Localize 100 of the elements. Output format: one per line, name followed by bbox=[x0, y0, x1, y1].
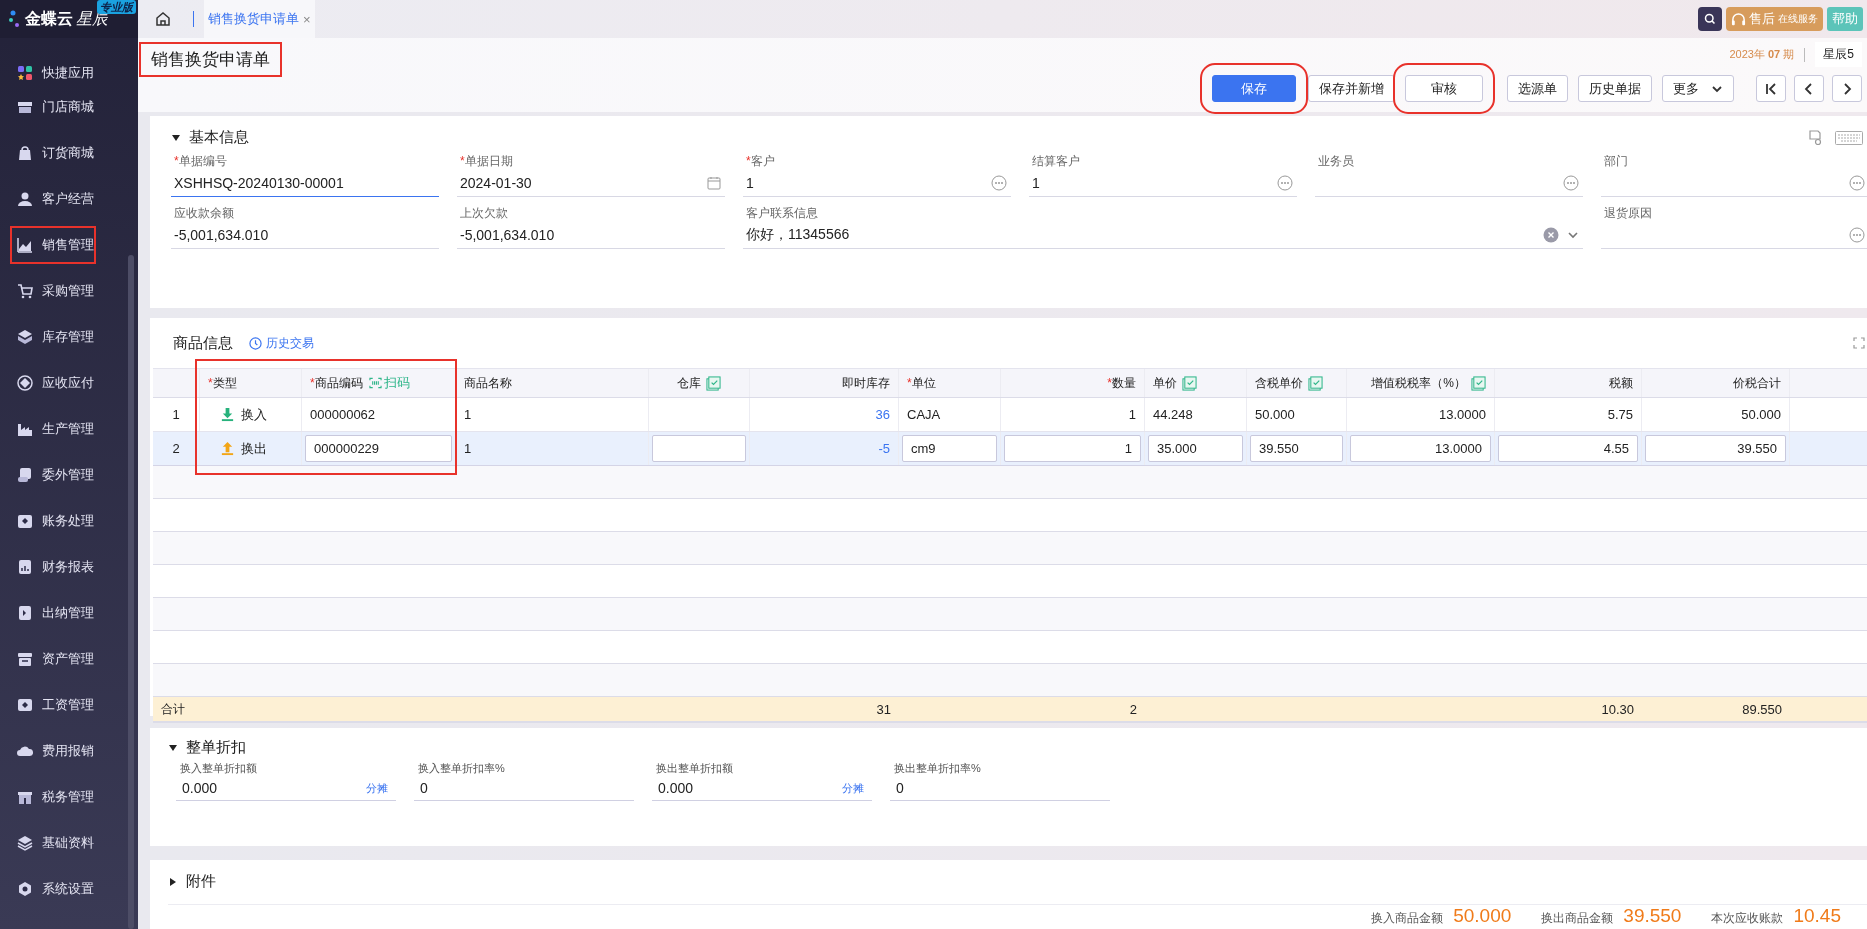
store-icon bbox=[17, 99, 33, 115]
door-icon bbox=[17, 605, 33, 621]
allocate-link[interactable]: 分摊 bbox=[842, 780, 864, 796]
layers-icon bbox=[17, 835, 33, 851]
more-options-icon[interactable] bbox=[1849, 175, 1865, 191]
allocate-link[interactable]: 分摊 bbox=[366, 780, 388, 796]
field-label: 上次欠款 bbox=[459, 205, 509, 222]
sidebar-item[interactable]: 费用报销 bbox=[0, 728, 138, 774]
sidebar-item[interactable]: 采购管理 bbox=[0, 268, 138, 314]
input-field[interactable]: 0.000 分摊 bbox=[176, 776, 396, 801]
batch-fill-icon[interactable] bbox=[706, 375, 721, 391]
download-arrow-icon bbox=[220, 407, 235, 422]
input-field[interactable]: -5,001,634.010 bbox=[171, 222, 439, 249]
section-toggle[interactable]: 附件 bbox=[168, 868, 1867, 895]
logo-text: 金蝶云 bbox=[25, 8, 73, 29]
field-label: 客户联系信息 bbox=[745, 205, 819, 222]
close-tab-button[interactable]: × bbox=[303, 11, 311, 27]
sidebar-item[interactable]: 门店商城 bbox=[0, 84, 138, 130]
input-field[interactable]: 0 bbox=[890, 776, 1110, 801]
input-field[interactable]: 1 bbox=[743, 170, 1011, 197]
sidebar-item[interactable]: 账务处理 bbox=[0, 498, 138, 544]
fullscreen-icon[interactable] bbox=[1853, 337, 1865, 349]
clear-icon[interactable] bbox=[1543, 227, 1559, 243]
cell-input[interactable]: 4.55 bbox=[1498, 435, 1638, 462]
account-tab[interactable]: 星辰5 bbox=[1815, 42, 1862, 67]
cell-input[interactable]: 000000229 bbox=[305, 435, 452, 462]
sidebar-item[interactable]: 订货商城 bbox=[0, 130, 138, 176]
cell-input[interactable]: 13.0000 bbox=[1350, 435, 1491, 462]
column-header: 商品名称 bbox=[456, 369, 649, 397]
more-dropdown[interactable]: 更多 bbox=[1662, 75, 1734, 102]
diamond-icon bbox=[17, 375, 33, 391]
document-tab[interactable]: 销售换货申请单 × bbox=[204, 0, 315, 38]
summary-label: 本次应收账款 bbox=[1711, 910, 1784, 927]
summary-amount: 39.550 bbox=[1623, 905, 1682, 927]
sidebar-item[interactable]: 快捷应用 bbox=[0, 62, 138, 84]
sidebar-item[interactable]: 出纳管理 bbox=[0, 590, 138, 636]
cart-icon bbox=[17, 283, 33, 299]
column-header: 价税合计 bbox=[1642, 369, 1790, 397]
sidebar-item[interactable]: 生产管理 bbox=[0, 406, 138, 452]
input-field[interactable]: XSHHSQ-20240130-00001 bbox=[171, 170, 439, 197]
cell-input[interactable]: 39.550 bbox=[1250, 435, 1343, 462]
cell-input[interactable] bbox=[652, 435, 746, 462]
sidebar-item[interactable]: 系统设置 bbox=[0, 866, 138, 912]
input-field[interactable]: 0 bbox=[414, 776, 634, 801]
cell-input[interactable]: 39.550 bbox=[1645, 435, 1786, 462]
sidebar-item[interactable]: 基础资料 bbox=[0, 820, 138, 866]
table-cell: 1 bbox=[456, 398, 649, 431]
toolbar-button[interactable]: 审核 bbox=[1405, 75, 1483, 102]
input-field[interactable]: 2024-01-30 bbox=[457, 170, 725, 197]
chevron-down-icon[interactable] bbox=[1567, 229, 1579, 241]
input-field[interactable]: 1 bbox=[1029, 170, 1297, 197]
section-toggle[interactable]: 基本信息 bbox=[171, 124, 249, 151]
more-options-icon[interactable] bbox=[1563, 175, 1579, 191]
sidebar-item[interactable]: 委外管理 bbox=[0, 452, 138, 498]
keyboard-icon[interactable] bbox=[1835, 130, 1863, 145]
sidebar-item[interactable]: 资产管理 bbox=[0, 636, 138, 682]
total-cell-text: 2 bbox=[1128, 700, 1138, 719]
more-options-icon[interactable] bbox=[991, 175, 1007, 191]
column-header: *数量 bbox=[1001, 369, 1145, 397]
sidebar-item[interactable]: 库存管理 bbox=[0, 314, 138, 360]
toolbar-button[interactable]: 保存 bbox=[1212, 75, 1296, 102]
total-cell-text: 31 bbox=[875, 700, 892, 719]
next-record-button[interactable] bbox=[1832, 75, 1862, 102]
calendar-icon[interactable] bbox=[707, 176, 721, 190]
sidebar-item[interactable]: 工资管理 bbox=[0, 682, 138, 728]
search-button[interactable] bbox=[1698, 7, 1722, 31]
batch-fill-icon[interactable] bbox=[1182, 375, 1197, 391]
more-options-icon[interactable] bbox=[1849, 227, 1865, 243]
batch-fill-icon[interactable] bbox=[1471, 375, 1486, 391]
sidebar-item[interactable]: 税务管理 bbox=[0, 774, 138, 820]
chart-icon bbox=[17, 237, 33, 253]
field-label: *单据日期 bbox=[459, 153, 514, 170]
sidebar-item[interactable]: 财务报表 bbox=[0, 544, 138, 590]
cell-input[interactable]: cm9 bbox=[902, 435, 997, 462]
input-field[interactable]: -5,001,634.010 bbox=[457, 222, 725, 249]
table-cell: 1 bbox=[456, 432, 649, 465]
document-settings-icon[interactable] bbox=[1807, 129, 1823, 146]
toolbar-button[interactable]: 历史单据 bbox=[1578, 75, 1652, 102]
first-record-button[interactable] bbox=[1756, 75, 1786, 102]
section-toggle[interactable]: 整单折扣 bbox=[168, 734, 246, 761]
sidebar-item[interactable]: 销售管理 bbox=[6, 222, 100, 268]
cell-input[interactable]: 35.000 bbox=[1148, 435, 1243, 462]
total-cell-text: 89.550 bbox=[1741, 700, 1783, 719]
field-label: 换出整单折扣额 bbox=[655, 761, 734, 776]
table-row[interactable]: 2 换出 000000229 1 -5 cm9 1 35.000 39.550 13.0000 4.55 39.550 bbox=[153, 432, 1867, 466]
sidebar-item[interactable]: 应收应付 bbox=[0, 360, 138, 406]
column-header: 单价 bbox=[1145, 369, 1247, 397]
page-title: 销售换货申请单 bbox=[139, 42, 282, 77]
input-field[interactable]: 你好，11345566 bbox=[743, 222, 1583, 249]
toolbar-button[interactable]: 选源单 bbox=[1507, 75, 1568, 102]
previous-record-button[interactable] bbox=[1794, 75, 1824, 102]
home-icon bbox=[155, 11, 171, 27]
sidebar-item[interactable]: 客户经营 bbox=[0, 176, 138, 222]
input-field[interactable]: 0.000 分摊 bbox=[652, 776, 872, 801]
caret-down-icon bbox=[171, 132, 181, 143]
toolbar-button[interactable]: 保存并新增 bbox=[1308, 75, 1395, 102]
cell-input[interactable]: 1 bbox=[1004, 435, 1141, 462]
history-transactions-link[interactable]: 历史交易 bbox=[249, 334, 314, 352]
more-options-icon[interactable] bbox=[1277, 175, 1293, 191]
batch-fill-icon[interactable] bbox=[1308, 375, 1323, 391]
